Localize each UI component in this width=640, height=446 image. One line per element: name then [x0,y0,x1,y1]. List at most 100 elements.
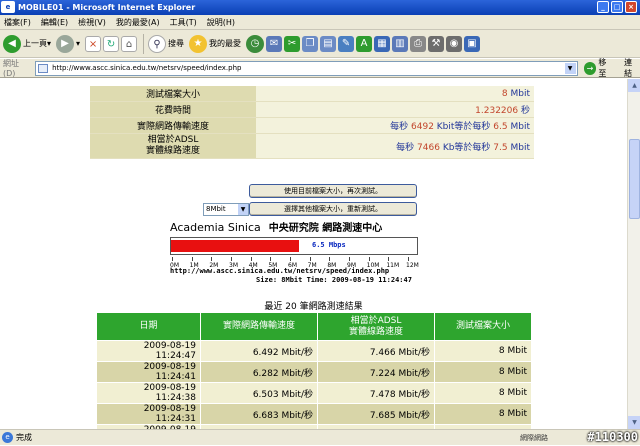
tick-mark [368,257,370,261]
window-title-bar: e MOBILE01 - Microsoft Internet Explorer… [0,0,640,15]
choose-size-button[interactable]: 選擇其他檔案大小，重新測試。 [249,202,417,216]
paste-icon[interactable]: ▤ [320,35,337,52]
recent-header-row: 日期 實際網路傳輸速度 相當於ADSL 實體線路速度 測試檔案大小 [96,312,532,341]
forward-button[interactable]: ▶ ▾ [56,34,80,53]
messenger-icon[interactable]: ◉ [446,35,463,52]
page-icon [38,63,49,73]
cell-speed: 6.683 Mbit/秒 [200,403,318,425]
table-row: 2009-08-19 11:24:31 6.683 Mbit/秒 7.685 Mbi… [96,403,532,425]
refresh-icon[interactable]: ↻ [103,35,120,52]
menu-edit[interactable]: 編輯(E) [41,17,68,28]
menu-help[interactable]: 說明(H) [207,17,235,28]
recent-body: 2009-08-19 11:24:47 6.492 Mbit/秒 7.466 Mbi… [96,340,532,429]
speed-label: 6.5 Mbps [312,241,346,249]
cut-icon[interactable]: ✂ [284,35,301,52]
history-icon[interactable]: ◷ [246,34,265,53]
cell-filesize: 8 Mbit [434,382,532,404]
tick-mark [290,257,291,261]
page-icon[interactable]: ▥ [392,35,409,52]
table-row: 測試檔案大小 8 Mbit [90,86,534,102]
cell-speed: 6.282 Mbit/秒 [200,361,318,383]
address-input[interactable]: http://www.ascc.sinica.edu.tw/netsrv/spe… [35,60,578,76]
header-adsl: 相當於ADSL 實體線路速度 [317,312,435,341]
table-row: 2009-08-19 11:24:41 6.282 Mbit/秒 7.224 Mbi… [96,361,532,383]
cell-speed: 6.503 Mbit/秒 [200,382,318,404]
cell-date: 2009-08-19 11:24:31 [96,403,201,425]
stop-icon[interactable]: × [85,35,102,52]
scroll-up-icon[interactable]: ▲ [628,79,640,92]
address-url: http://www.ascc.sinica.edu.tw/netsrv/spe… [52,63,242,72]
menu-tools[interactable]: 工具(T) [170,17,197,28]
favorites-button[interactable]: ★ 我的最愛 [189,34,242,53]
minimize-button[interactable]: _ [597,1,609,13]
star-icon: ★ [189,34,208,53]
retest-button[interactable]: 使用目前檔案大小，再次測試。 [249,184,417,198]
window-controls: _ □ × [597,1,637,13]
result-value: 每秒 7466 Kb等於每秒 7.5 Mbit [256,133,534,159]
toolbar: ◀ 上一頁 ▾ ▶ ▾ × ↻ ⌂ ⚲ 搜尋 ★ 我的最愛 ◷ ✉ ✂ ❐ ▤ … [0,30,640,58]
research-icon[interactable]: ▣ [464,35,481,52]
close-button[interactable]: × [625,1,637,13]
window-title: MOBILE01 - Microsoft Internet Explorer [18,3,196,12]
print-icon[interactable]: ⎙ [410,35,427,52]
search-button[interactable]: ⚲ 搜尋 [148,34,185,53]
home-icon[interactable]: ⌂ [121,35,138,52]
header-speed: 實際網路傳輸速度 [200,312,318,341]
tick-mark [309,257,311,261]
page-done-icon: e [2,432,13,443]
address-label: 網址(D) [3,59,19,78]
print-preview-icon[interactable]: ▦ [374,35,391,52]
tick-mark [231,257,232,261]
go-label: 移至 [598,58,607,78]
graph-url: http://www.ascc.sinica.edu.tw/netsrv/spe… [170,267,390,275]
table-row: 實際網路傳輸速度 每秒 6492 Kbit等於每秒 6.5 Mbit [90,117,534,134]
result-value: 1.232206 秒 [256,101,534,118]
tick-mark [172,257,173,261]
back-button[interactable]: ◀ 上一頁 ▾ [3,34,51,53]
font-icon[interactable]: A [356,35,373,52]
menu-favorites[interactable]: 我的最愛(A) [116,17,160,28]
size-select[interactable]: 8Mbit ▼ [203,203,249,216]
tick-label: 12M [406,262,419,269]
speed-axis: 0M 1M 2M 3M 4M 5M 6M 7M 8M 9M 10M 11M 12M [170,257,419,269]
links-button[interactable]: 連結 [624,57,640,79]
cell-speed: 6.492 Mbit/秒 [200,340,318,362]
tick-mark [408,257,409,261]
cell-adsl: 7.224 Mbit/秒 [317,361,435,383]
result-label: 測試檔案大小 [90,86,256,102]
result-label: 花費時間 [90,101,256,118]
back-label: 上一頁 [23,39,47,48]
cell-filesize: 8 Mbit [434,361,532,383]
status-bar: e 完成 網際網路 #110300 [0,429,640,445]
search-label: 搜尋 [168,39,185,48]
table-row: 相當於ADSL 實體線路速度 每秒 7466 Kb等於每秒 7.5 Mbit [90,133,534,159]
mail-icon[interactable]: ✉ [266,35,283,52]
scroll-thumb[interactable] [629,139,640,219]
maximize-button[interactable]: □ [611,1,623,13]
chevron-down-icon[interactable]: ▼ [564,62,576,74]
tick-mark [191,257,193,261]
menu-file[interactable]: 檔案(F) [4,17,31,28]
scroll-down-icon[interactable]: ▼ [628,416,640,429]
graph-org-zh: 中央研究院 網路測速中心 [268,223,383,234]
vertical-scrollbar[interactable]: ▲ ▼ [627,79,640,429]
address-bar: 網址(D) http://www.ascc.sinica.edu.tw/nets… [0,57,640,79]
cell-filesize: 8 Mbit [434,340,532,362]
tools-icon[interactable]: ⚒ [428,35,445,52]
recent-table: 日期 實際網路傳輸速度 相當於ADSL 實體線路速度 測試檔案大小 2009-08… [96,312,532,429]
graph-title: Academia Sinica 中央研究院 網路測速中心 [170,219,382,234]
edit-icon[interactable]: ✎ [338,35,355,52]
menu-view[interactable]: 檢視(V) [78,17,106,28]
cell-date: 2009-08-19 11:24:41 [96,361,201,383]
toolbar-separator [143,33,145,54]
graph-info: Size: 8Mbit Time: 2009-08-19 11:24:47 [256,276,412,284]
cell-date: 2009-08-19 11:24:38 [96,382,201,404]
ie-logo-icon: e [1,1,15,13]
tick-mark [250,257,252,261]
copy-icon[interactable]: ❐ [302,35,319,52]
cell-filesize: 8 Mbit [434,403,532,425]
favorites-label: 我的最愛 [209,39,242,48]
cell-adsl: 7.466 Mbit/秒 [317,340,435,362]
go-button[interactable]: → 移至 [583,57,615,79]
graph-org-en: Academia Sinica [170,221,261,234]
